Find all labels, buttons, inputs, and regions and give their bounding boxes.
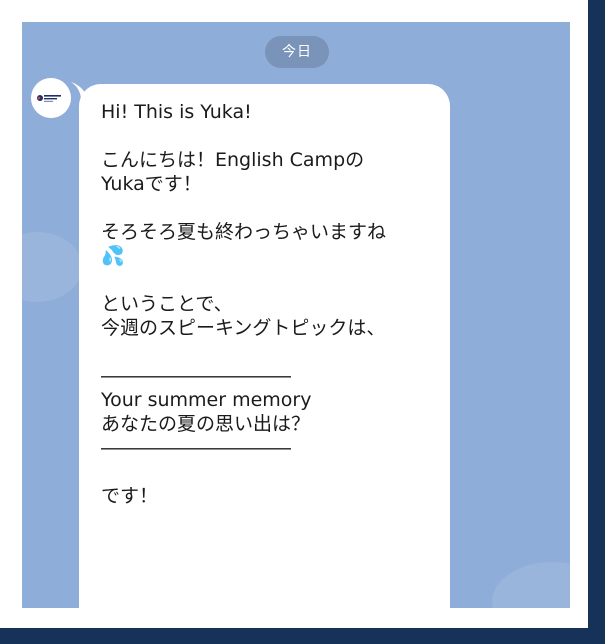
background-cloud (492, 562, 570, 608)
english-camp-logo-icon (31, 78, 71, 118)
sender-avatar[interactable] (31, 78, 71, 118)
chat-room-view[interactable]: 今日 Hi! This is Yuka! こんにちは！English Campの… (22, 22, 570, 608)
screenshot-frame: 今日 Hi! This is Yuka! こんにちは！English Campの… (0, 0, 605, 644)
message-bubble[interactable]: Hi! This is Yuka! こんにちは！English Campの Yu… (79, 84, 450, 608)
frame-margin (570, 22, 588, 608)
frame-border-bottom (0, 628, 605, 644)
background-cloud (22, 232, 82, 302)
message-text: Hi! This is Yuka! こんにちは！English Campの Yu… (101, 101, 387, 507)
frame-border-right (588, 0, 605, 644)
date-separator-pill: 今日 (265, 36, 329, 68)
